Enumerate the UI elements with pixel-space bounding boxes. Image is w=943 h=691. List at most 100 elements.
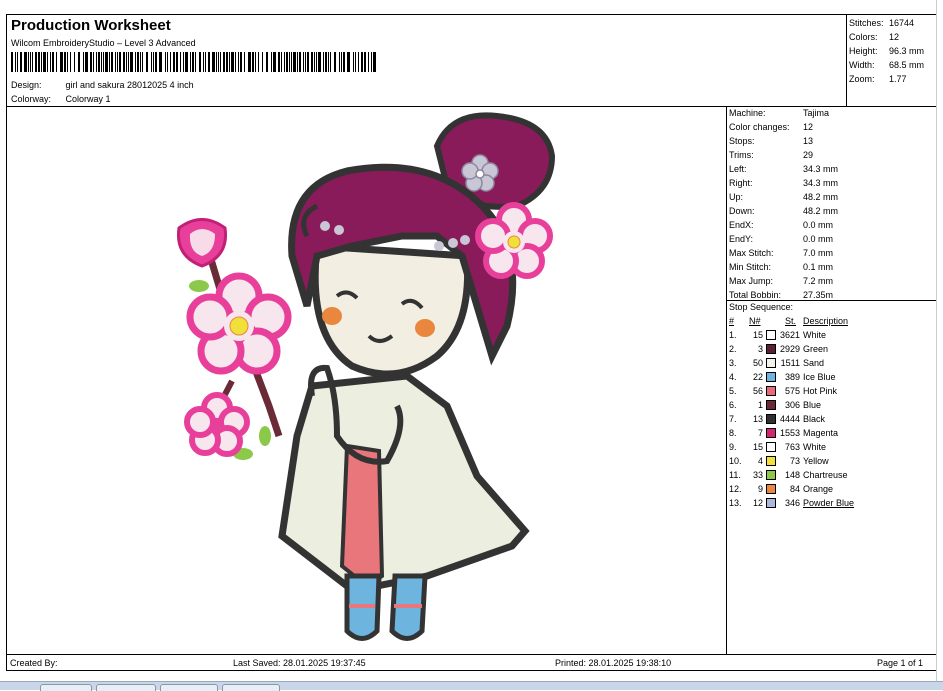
machine-value: 29 [803,150,814,160]
vertical-scrollbar[interactable] [936,0,943,681]
machine-value: 48.2 mm [803,206,839,216]
machine-row: Color changes: 12 [729,122,813,132]
leaf [259,426,271,446]
needle-number: 56 [752,386,763,396]
stitch-count: 346 [784,498,800,508]
stop-row: 9. 15 763 White [727,442,936,456]
colorway-value: Colorway 1 [65,94,111,104]
stop-row: 13. 12 346 Powder Blue [727,498,936,512]
machine-label: Total Bobbin: [729,290,782,300]
needle-number: 33 [752,470,763,480]
machine-value: 27.35m [803,290,834,300]
stop-sequence-label: Stop Sequence: [729,302,794,312]
worksheet-header: Production Worksheet Wilcom EmbroiderySt… [7,15,936,107]
stat-label: Colors: [849,32,878,42]
stat-value: 16744 [889,18,915,28]
machine-label: Up: [729,192,744,202]
stop-row: 10. 4 73 Yellow [727,456,936,470]
stitch-count: 1553 [779,428,800,438]
stop-row: 8. 7 1553 Magenta [727,428,936,442]
machine-row: Left: 34.3 mm [729,164,838,174]
stitch-count: 2929 [779,344,800,354]
colorway-row: Colorway: Colorway 1 [11,94,111,104]
color-description: Yellow [803,456,829,466]
machine-value: 7.2 mm [803,276,834,286]
worksheet-details: Machine: Tajima Color changes: 12 Stops: 13 Tr… [727,106,936,654]
machine-row: Stops: 13 [729,136,813,146]
taskbar-button[interactable] [222,684,280,691]
face [311,242,472,378]
machine-value: 12 [803,122,814,132]
color-description: Green [803,344,829,354]
color-description: Powder Blue [803,498,855,508]
machine-value: 0.1 mm [803,262,834,272]
worksheet-title: Production Worksheet [11,17,171,34]
machine-label: Right: [729,178,753,188]
stat-value: 68.5 mm [889,60,925,70]
design-stats: Stitches: 16744 Colors: 12 Height: 96.3 mm … [846,15,937,106]
color-description: Chartreuse [803,470,848,480]
needle-number: 4 [757,456,763,466]
stat-width: Width: 68.5 mm [849,60,924,70]
machine-label: Min Stitch: [729,262,772,272]
machine-label: Max Stitch: [729,248,774,258]
machine-label: Trims: [729,150,754,160]
stat-label: Width: [849,60,875,70]
color-description: Hot Pink [803,386,838,396]
color-description: White [803,442,827,452]
stat-value: 1.77 [889,74,907,84]
color-description: White [803,330,827,340]
stop-number: 6. [729,400,737,410]
machine-value: 0.0 mm [803,234,834,244]
machine-info: Machine: Tajima Color changes: 12 Stops: 13 Tr… [727,106,936,301]
machine-value: 34.3 mm [803,164,839,174]
col-header-st: St. [785,316,797,326]
stop-row: 2. 3 2929 Green [727,344,936,358]
taskbar-button[interactable] [160,684,218,691]
stop-number: 7. [729,414,737,424]
worksheet-footer: Created By: Last Saved: 28.01.2025 19:37… [7,654,936,671]
taskbar-button[interactable] [96,684,156,691]
stop-number: 8. [729,428,737,438]
machine-label: EndY: [729,234,754,244]
stitch-count: 575 [784,386,800,396]
printed-date: Printed: 28.01.2025 19:38:10 [555,658,672,668]
stat-value: 96.3 mm [889,46,925,56]
machine-row: Down: 48.2 mm [729,206,838,216]
needle-number: 15 [752,330,763,340]
design-preview [7,106,727,654]
machine-value: 0.0 mm [803,220,834,230]
taskbar-button[interactable] [40,684,92,691]
color-description: Magenta [803,428,839,438]
stop-row: 6. 1 306 Blue [727,400,936,414]
needle-number: 12 [752,498,763,508]
stitch-count: 306 [784,400,800,410]
stat-zoom: Zoom: 1.77 [849,74,907,84]
stop-number: 12. [729,484,742,494]
embroidery-design-image [176,112,556,641]
created-by: Created By: [10,658,58,668]
stop-number: 5. [729,386,737,396]
machine-row: Trims: 29 [729,150,813,160]
design-value: girl and sakura 28012025 4 inch [65,80,194,90]
stitch-count: 84 [789,484,800,494]
machine-row: EndX: 0.0 mm [729,220,833,230]
machine-row: Total Bobbin: 27.35m [729,290,833,300]
machine-row: Max Stitch: 7.0 mm [729,248,833,258]
colorway-label: Colorway: [11,94,52,104]
stat-value: 12 [889,32,900,42]
needle-number: 22 [752,372,763,382]
sakura-flower-small [184,392,250,457]
stitch-count: 763 [784,442,800,452]
stop-row: 4. 22 389 Ice Blue [727,372,936,386]
stop-row: 7. 13 4444 Black [727,414,936,428]
stop-row: 1. 15 3621 White [727,330,936,344]
stitch-count: 73 [789,456,800,466]
machine-label: Stops: [729,136,755,146]
needle-number: 9 [757,484,763,494]
page-number: Page 1 of 1 [877,658,924,668]
needle-number: 1 [757,400,763,410]
stop-row: 12. 9 84 Orange [727,484,936,498]
stop-number: 13. [729,498,742,508]
stop-number: 3. [729,358,737,368]
